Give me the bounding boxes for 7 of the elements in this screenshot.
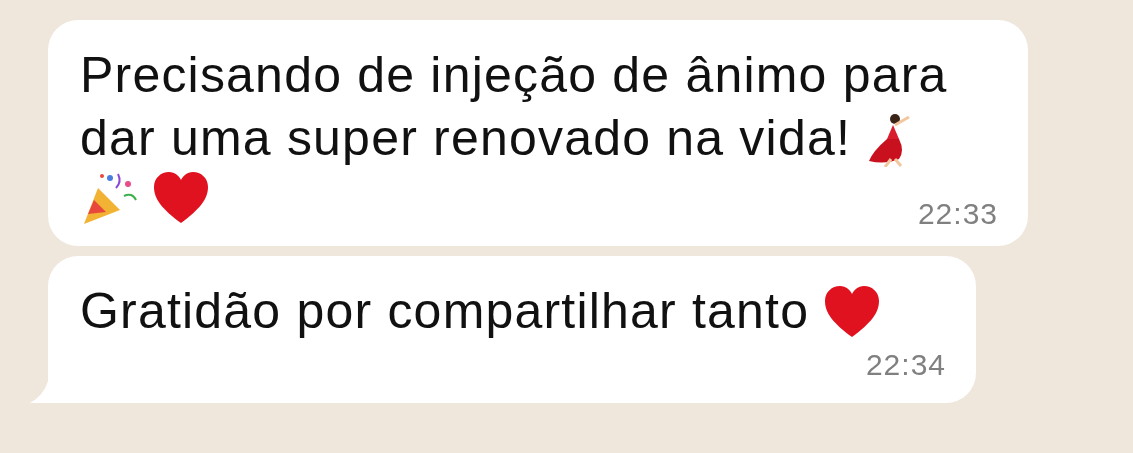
- message-text: dar uma super renovado na vida!: [80, 109, 851, 168]
- message-time: 22:33: [917, 196, 998, 232]
- heart-icon: [823, 284, 882, 339]
- message-time: 22:34: [864, 347, 946, 383]
- message-text: Gratidão por compartilhar tanto: [80, 282, 810, 341]
- message-text: Precisando de injeção de ânimo para: [80, 46, 948, 105]
- heart-icon: [152, 171, 210, 225]
